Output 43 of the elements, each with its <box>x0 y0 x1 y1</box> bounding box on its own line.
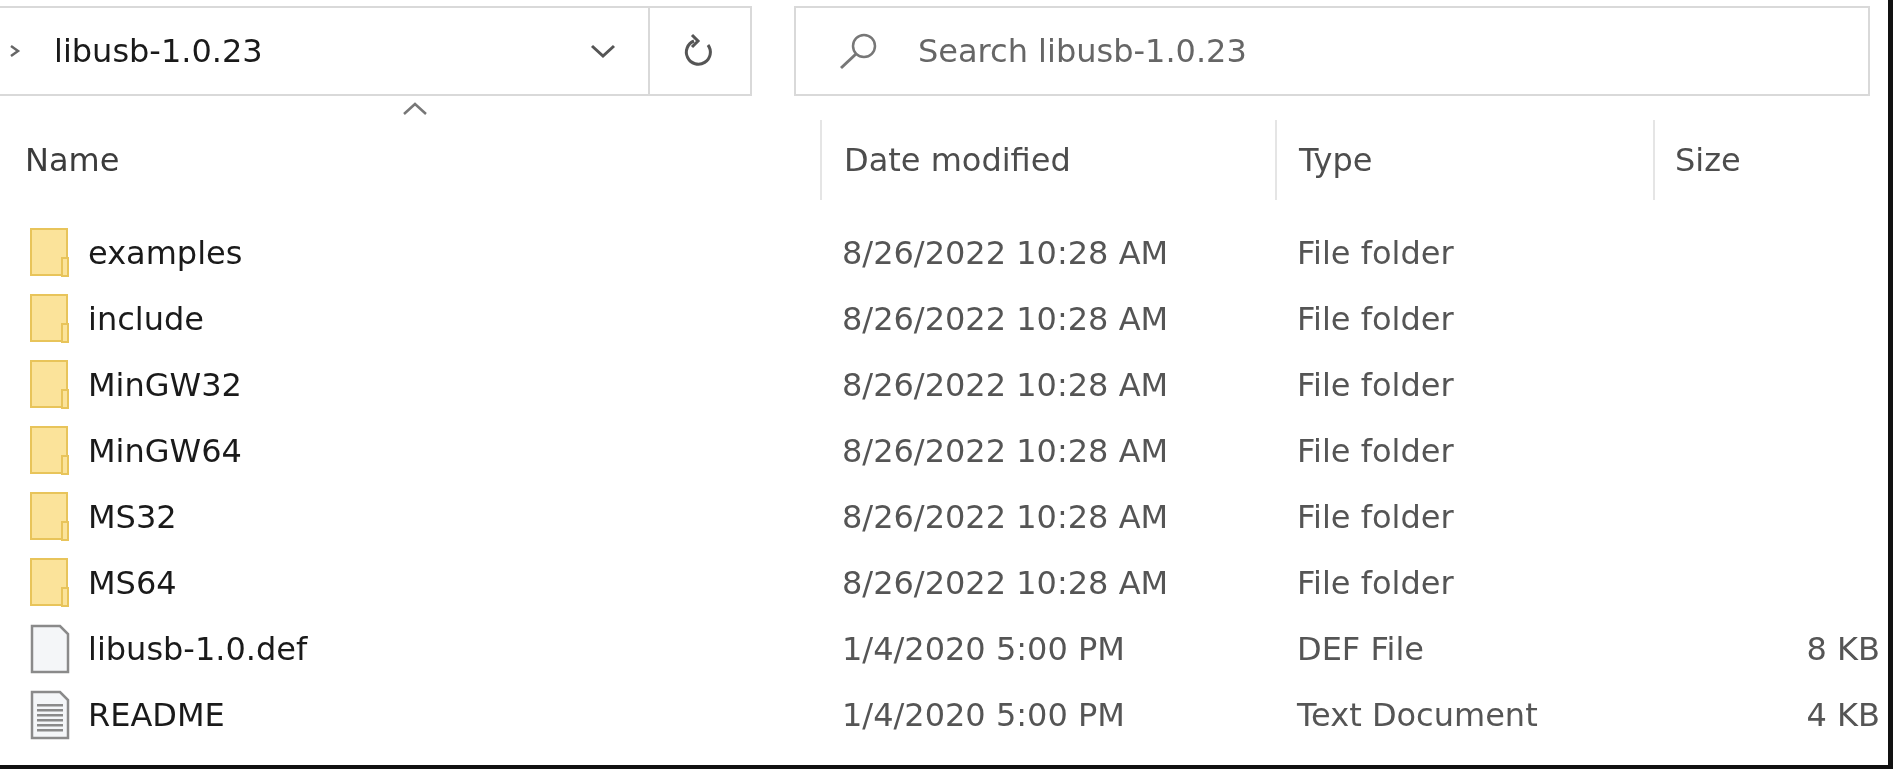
folder-icon <box>30 228 70 278</box>
date-modified: 8/26/2022 10:28 AM <box>842 234 1169 272</box>
date-modified: 8/26/2022 10:28 AM <box>842 432 1169 470</box>
text-document-icon <box>30 690 70 740</box>
file-name[interactable]: MS64 <box>88 559 177 607</box>
file-type: File folder <box>1297 498 1454 536</box>
file-name[interactable]: README <box>88 691 225 739</box>
column-header[interactable]: Type <box>1299 136 1373 184</box>
file-type: DEF File <box>1297 630 1424 668</box>
column-header[interactable]: Date modified <box>844 136 1071 184</box>
file-name[interactable]: libusb-1.0.def <box>88 625 308 673</box>
file-type: File folder <box>1297 234 1454 272</box>
column-header[interactable]: Name <box>25 136 120 184</box>
folder-icon <box>30 492 70 542</box>
address-path: libusb-1.0.23 <box>54 31 264 72</box>
file-type: File folder <box>1297 564 1454 602</box>
file-type: File folder <box>1297 432 1454 470</box>
date-modified: 1/4/2020 5:00 PM <box>842 696 1125 734</box>
date-modified: 8/26/2022 10:28 AM <box>842 498 1169 536</box>
file-name[interactable]: MinGW64 <box>88 427 242 475</box>
file-type: File folder <box>1297 366 1454 404</box>
date-modified: 8/26/2022 10:28 AM <box>842 366 1169 404</box>
file-size: 8 KB <box>1806 629 1880 670</box>
folder-icon <box>30 360 70 410</box>
file-name[interactable]: include <box>88 295 204 343</box>
column-header[interactable]: Size <box>1675 136 1741 184</box>
address-bar[interactable]: libusb-1.0.23 <box>0 6 752 96</box>
file-size: 4 KB <box>1806 695 1880 736</box>
file-type: Text Document <box>1297 696 1538 734</box>
folder-icon <box>30 294 70 344</box>
file-name[interactable]: MinGW32 <box>88 361 242 409</box>
date-modified: 1/4/2020 5:00 PM <box>842 630 1125 668</box>
date-modified: 8/26/2022 10:28 AM <box>842 300 1169 338</box>
file-name[interactable]: examples <box>88 229 243 277</box>
file-type: File folder <box>1297 300 1454 338</box>
date-modified: 8/26/2022 10:28 AM <box>842 564 1169 602</box>
sort-caret-icon <box>402 102 428 116</box>
folder-icon <box>30 558 70 608</box>
folder-icon <box>30 426 70 476</box>
search-field[interactable]: Search libusb-1.0.23 <box>794 6 1870 96</box>
chevron-right-icon <box>8 43 22 59</box>
file-name[interactable]: MS32 <box>88 493 177 541</box>
document-icon <box>30 624 70 674</box>
